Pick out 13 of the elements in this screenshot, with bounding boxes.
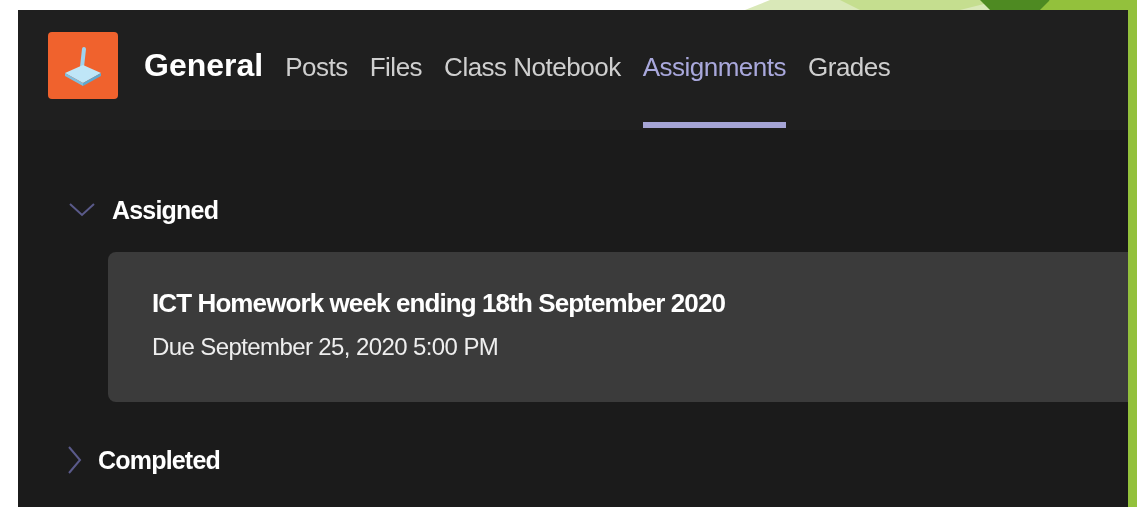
chevron-right-icon [68, 446, 82, 474]
tab[interactable]: Files [369, 10, 423, 130]
chevron-down-icon [68, 202, 96, 218]
due-date: Due September 25, 2020 5:00 PM [152, 333, 500, 361]
channel-name: General [144, 46, 264, 84]
tab[interactable]: Grades [808, 10, 891, 130]
section-header[interactable]: Completed [68, 440, 220, 480]
tab[interactable]: Posts [285, 10, 348, 130]
assignment-card[interactable]: ICT Homework week ending 18th September 2020 Due September 25, 2020 5:00 PM [108, 252, 1128, 402]
section-header[interactable]: Assigned [68, 190, 219, 230]
tab[interactable]: Assignments [642, 10, 786, 130]
tab[interactable]: Class Notebook [444, 10, 621, 130]
assignment-title: ICT Homework week ending 18th September 2020 [152, 288, 727, 319]
